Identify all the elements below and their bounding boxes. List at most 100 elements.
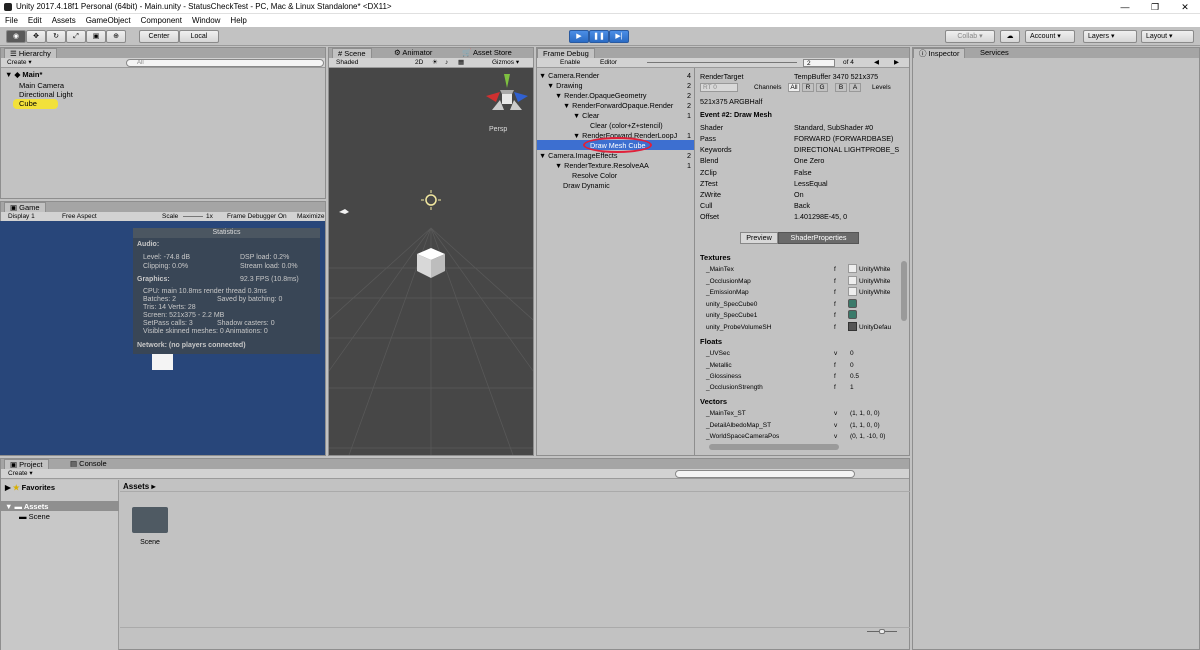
favorites-item[interactable]: ▶ ★ Favorites — [5, 483, 55, 492]
tree-item[interactable]: ▼ Clear — [573, 111, 599, 120]
tree-item[interactable]: Draw Dynamic — [563, 181, 610, 190]
tab-animator[interactable]: ⚙ Animator — [389, 48, 437, 58]
split-divider[interactable] — [694, 68, 695, 455]
2d-toggle[interactable]: 2D — [412, 59, 426, 67]
close-button[interactable]: ✕ — [1170, 1, 1200, 13]
pivot-local-button[interactable]: Local — [179, 30, 219, 43]
scale-slider[interactable] — [183, 216, 203, 217]
menu-help[interactable]: Help — [225, 14, 251, 25]
menu-window[interactable]: Window — [187, 14, 225, 25]
prev-event-button[interactable]: ◀ — [871, 59, 882, 67]
icon-size-slider-thumb[interactable] — [879, 629, 885, 634]
cubemap-thumb[interactable] — [848, 310, 857, 319]
texture-thumb[interactable] — [848, 276, 857, 285]
channel-b-button[interactable]: B — [835, 83, 847, 92]
rotate-tool-button[interactable]: ↻ — [46, 30, 66, 43]
prop-key: Keywords — [700, 145, 732, 154]
tab-services[interactable]: Services — [975, 48, 1014, 58]
hand-tool-button[interactable]: ◉ — [6, 30, 26, 43]
tree-item[interactable]: Resolve Color — [572, 171, 617, 180]
preview-tab[interactable]: Preview — [740, 232, 778, 244]
minimize-button[interactable]: — — [1110, 1, 1140, 13]
channel-r-button[interactable]: R — [802, 83, 814, 92]
layout-dropdown[interactable]: Layout ▾ — [1141, 30, 1194, 43]
move-tool-button[interactable]: ✥ — [26, 30, 46, 43]
menu-file[interactable]: File — [0, 14, 23, 25]
hierarchy-item-cube[interactable]: Cube — [13, 99, 58, 109]
rt-dropdown[interactable]: RT 0 — [700, 83, 738, 92]
next-event-button[interactable]: ▶ — [891, 59, 902, 67]
rect-tool-button[interactable]: ▣ — [86, 30, 106, 43]
event-index-input[interactable]: 2 — [803, 59, 835, 67]
tree-item[interactable]: ▼ Drawing — [547, 81, 583, 90]
scene-toolbar: Shaded 2D ☀ ♪ ▦ Gizmos ▾ — [329, 58, 533, 68]
menu-component[interactable]: Component — [136, 14, 187, 25]
maximize-toggle[interactable]: Maximize — [294, 213, 327, 221]
tab-asset-store[interactable]: 🛒 Asset Store — [457, 48, 517, 58]
properties-scrollbar-h[interactable] — [709, 444, 839, 450]
event-slider[interactable] — [647, 62, 797, 63]
tree-item[interactable]: Clear (color+Z+stencil) — [590, 121, 663, 130]
assets-folder-item[interactable]: ▼ ▬ Assets — [5, 502, 48, 511]
target-dropdown[interactable]: Editor — [597, 59, 620, 67]
channel-a-button[interactable]: A — [849, 83, 861, 92]
audio-toggle[interactable]: ♪ — [442, 59, 451, 67]
properties-scrollbar-v[interactable] — [901, 261, 907, 321]
texture-thumb[interactable] — [848, 322, 857, 331]
texture-thumb[interactable] — [848, 287, 857, 296]
cloud-button[interactable]: ☁ — [1000, 30, 1020, 43]
aspect-dropdown[interactable]: Free Aspect — [59, 213, 100, 221]
tab-frame-debug[interactable]: Frame Debug — [537, 48, 595, 58]
scene-gizmo[interactable] — [484, 70, 530, 126]
pivot-center-button[interactable]: Center — [139, 30, 179, 43]
hierarchy-item-main-camera[interactable]: Main Camera — [19, 81, 64, 90]
scene-folder-item[interactable]: ▬ Scene — [19, 512, 50, 521]
frame-debugger-toggle[interactable]: Frame Debugger On — [224, 213, 290, 221]
scene-folder-label[interactable]: Scene — [132, 539, 168, 546]
tree-item[interactable]: ▼ RenderForwardOpaque.Render — [563, 101, 673, 110]
tab-scene[interactable]: # Scene — [332, 48, 372, 58]
shader-properties-tab[interactable]: ShaderProperties — [778, 232, 859, 244]
tree-item[interactable]: ▼ Camera.ImageEffects — [539, 151, 618, 160]
tree-item[interactable]: ▼ RenderTexture.ResolveAA — [555, 161, 649, 170]
play-button[interactable]: ▶ — [569, 30, 589, 43]
texture-thumb[interactable] — [848, 264, 857, 273]
pause-button[interactable]: ❚❚ — [589, 30, 609, 43]
account-dropdown[interactable]: Account ▾ — [1025, 30, 1075, 43]
tab-project[interactable]: ▣ Project — [4, 459, 49, 469]
scene-folder-icon[interactable] — [132, 507, 168, 533]
tree-item[interactable]: ▼ Camera.Render — [539, 71, 599, 80]
gizmos-dropdown[interactable]: Gizmos ▾ — [489, 59, 522, 67]
hierarchy-create-button[interactable]: Create ▾ — [4, 59, 35, 67]
effects-toggle[interactable]: ▦ — [455, 59, 467, 67]
menu-assets[interactable]: Assets — [47, 14, 81, 25]
breadcrumb[interactable]: Assets ▸ — [123, 482, 155, 491]
persp-label[interactable]: Persp — [489, 126, 507, 133]
project-search-input[interactable] — [675, 470, 855, 478]
collab-button[interactable]: Collab ▾ — [945, 30, 995, 43]
channel-g-button[interactable]: G — [816, 83, 828, 92]
step-button[interactable]: ▶| — [609, 30, 629, 43]
shading-mode-dropdown[interactable]: Shaded — [333, 59, 361, 67]
scale-tool-button[interactable]: ⤢ — [66, 30, 86, 43]
tab-hierarchy[interactable]: ☰ Hierarchy — [4, 48, 57, 58]
display-dropdown[interactable]: Display 1 — [5, 213, 38, 221]
tab-game[interactable]: ▣ Game — [4, 202, 46, 212]
lighting-toggle[interactable]: ☀ — [429, 59, 441, 67]
cubemap-thumb[interactable] — [848, 299, 857, 308]
maximize-button[interactable]: ❐ — [1140, 1, 1170, 13]
enable-button[interactable]: Enable — [557, 59, 583, 67]
hierarchy-item-directional-light[interactable]: Directional Light — [19, 90, 73, 99]
channel-all-button[interactable]: All — [788, 83, 800, 92]
layers-dropdown[interactable]: Layers ▾ — [1083, 30, 1137, 43]
transform-tool-button[interactable]: ⊕ — [106, 30, 126, 43]
scene-viewport[interactable]: Persp — [329, 68, 533, 455]
tab-inspector[interactable]: ⓘ Inspector — [913, 48, 966, 58]
menu-edit[interactable]: Edit — [23, 14, 47, 25]
scene-root[interactable]: ▼ ◆ Main* — [5, 70, 42, 79]
hierarchy-search-input[interactable]: All — [126, 59, 324, 67]
tree-item[interactable]: ▼ Render.OpaqueGeometry — [555, 91, 646, 100]
project-create-button[interactable]: Create ▾ — [5, 470, 36, 478]
tab-console[interactable]: ▤ Console — [65, 459, 112, 469]
menu-gameobject[interactable]: GameObject — [81, 14, 136, 25]
